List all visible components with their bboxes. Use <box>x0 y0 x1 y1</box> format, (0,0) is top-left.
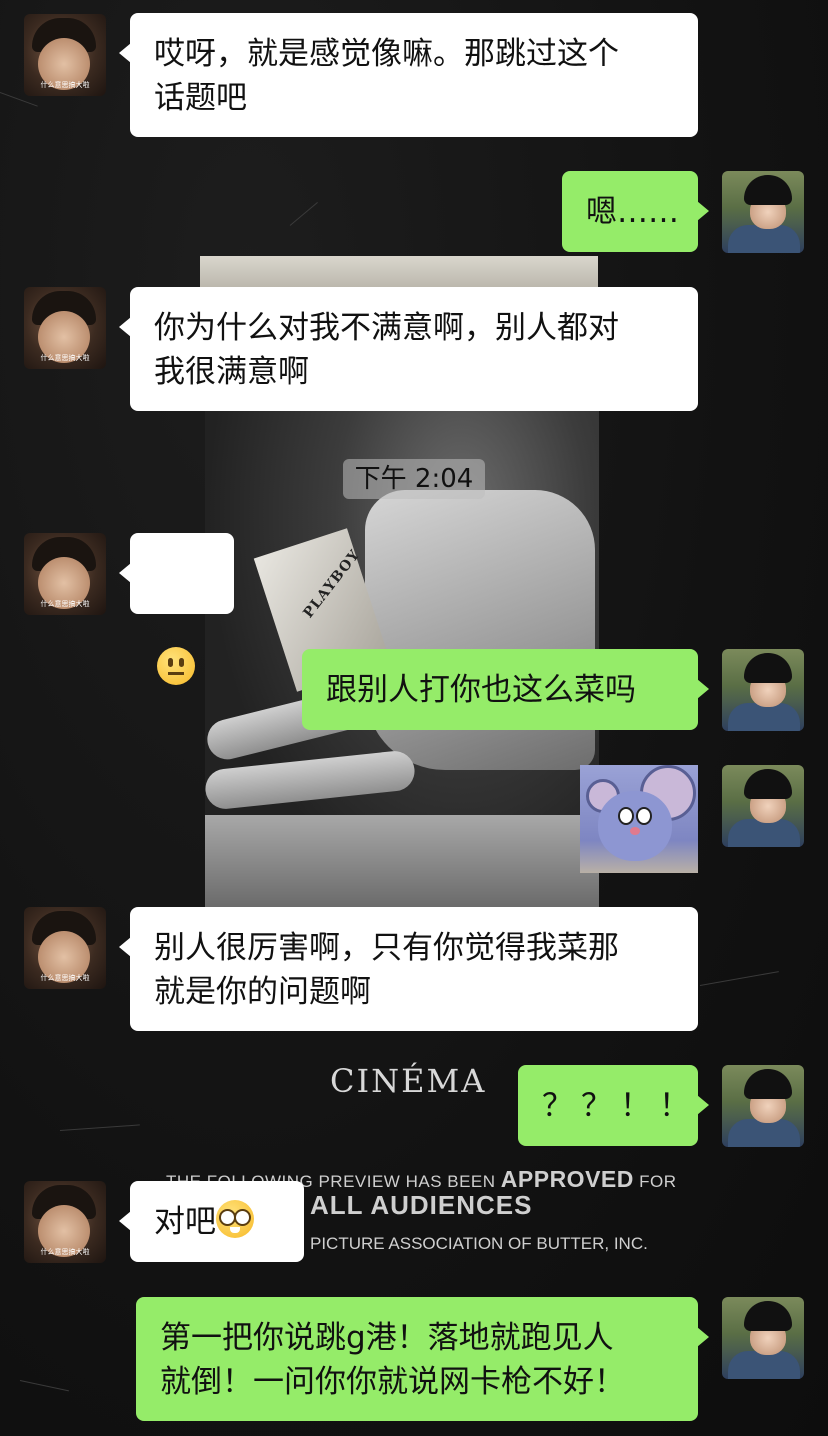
my-avatar[interactable] <box>722 765 804 847</box>
wallpaper-leg <box>203 749 417 811</box>
wallpaper-cinema-text: CINÉMA <box>330 1062 487 1100</box>
sticker-nose <box>630 827 640 835</box>
message-bubble[interactable]: 第一把你说跳g港！落地就跑见人 就倒！一问你你就说网卡枪不好！ <box>136 1297 709 1421</box>
jerry-mouse-sticker[interactable] <box>580 765 698 873</box>
avatar-shirt <box>728 225 800 253</box>
message-bubble[interactable]: 对吧 <box>119 1181 304 1262</box>
avatar-shirt <box>728 819 800 847</box>
wallpaper-scratch <box>289 201 318 226</box>
avatar-shirt <box>728 1119 800 1147</box>
message-bubble[interactable]: ？？！！ <box>518 1065 709 1146</box>
wallpaper-scratch <box>59 1124 140 1131</box>
nerd-face-emoji <box>216 1200 254 1238</box>
wallpaper-paper-strip <box>200 256 598 290</box>
sticker-eye <box>618 807 634 825</box>
contact-avatar[interactable]: 什么意思搞大啦 <box>24 14 106 96</box>
neutral-face-emoji <box>157 646 195 685</box>
message-bubble[interactable]: 哎呀，就是感觉像嘛。那跳过这个 话题吧 <box>119 13 698 137</box>
message-bubble[interactable]: 别人很厉害啊，只有你觉得我菜那 就是你的问题啊 <box>119 907 698 1031</box>
avatar-hair <box>744 1301 792 1331</box>
avatar-caption: 什么意思搞大啦 <box>40 81 90 89</box>
wallpaper-scratch <box>699 971 779 986</box>
contact-avatar[interactable]: 什么意思搞大啦 <box>24 1181 106 1263</box>
message-text: 对吧 <box>154 1204 216 1240</box>
avatar-caption: 什么意思搞大啦 <box>40 354 90 362</box>
avatar-shirt <box>728 1351 800 1379</box>
wallpaper-audiences-text: ALL AUDIENCES <box>310 1190 533 1220</box>
my-avatar[interactable] <box>722 649 804 731</box>
avatar-hair <box>744 653 792 683</box>
wallpaper-scratch <box>19 1380 70 1392</box>
message-bubble[interactable]: 跟别人打你也这么菜吗 <box>302 649 709 730</box>
wallpaper-bench <box>205 815 599 908</box>
my-avatar[interactable] <box>722 171 804 253</box>
timestamp-badge: 下午 2:04 <box>343 459 485 499</box>
sticker-eye <box>636 807 652 825</box>
my-avatar[interactable] <box>722 1297 804 1379</box>
avatar-hair <box>744 769 792 799</box>
message-bubble[interactable]: 你为什么对我不满意啊，别人都对 我很满意啊 <box>119 287 698 411</box>
avatar-hair <box>744 1069 792 1099</box>
approved-suffix: FOR <box>633 1172 677 1191</box>
approved-word: APPROVED <box>500 1166 634 1192</box>
avatar-caption: 什么意思搞大啦 <box>40 600 90 608</box>
message-bubble[interactable]: 嗯…… <box>562 171 709 252</box>
message-bubble[interactable] <box>119 533 234 685</box>
contact-avatar[interactable]: 什么意思搞大啦 <box>24 533 106 615</box>
sticker-head <box>598 791 672 861</box>
wallpaper-association-text: PICTURE ASSOCIATION OF BUTTER, INC. <box>310 1234 648 1253</box>
contact-avatar[interactable]: 什么意思搞大啦 <box>24 907 106 989</box>
my-avatar[interactable] <box>722 1065 804 1147</box>
avatar-hair <box>744 175 792 205</box>
contact-avatar[interactable]: 什么意思搞大啦 <box>24 287 106 369</box>
avatar-caption: 什么意思搞大啦 <box>40 1248 90 1256</box>
avatar-shirt <box>728 703 800 731</box>
avatar-caption: 什么意思搞大啦 <box>40 974 90 982</box>
